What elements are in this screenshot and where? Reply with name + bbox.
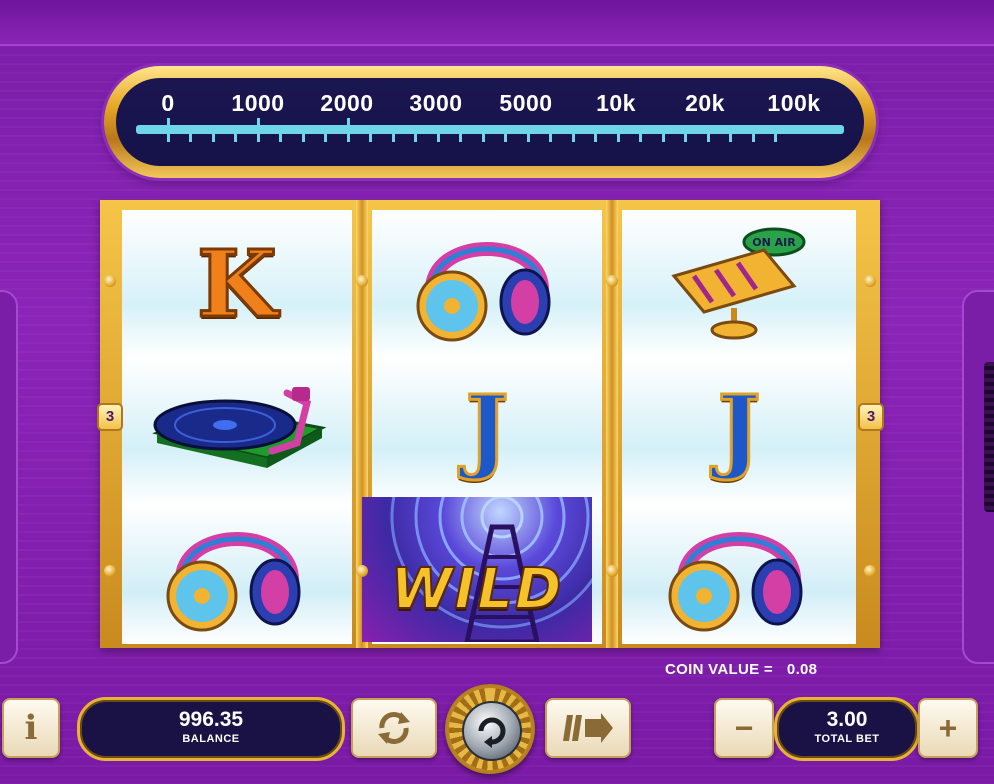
balance-display: 996.35 BALANCE	[77, 697, 345, 761]
dial-minor-tick	[594, 130, 597, 142]
minus-icon: −	[734, 709, 754, 746]
headphones-icon	[382, 210, 592, 348]
dial-major-tick	[346, 118, 350, 142]
dial-minor-tick	[684, 130, 687, 142]
coin-value-label: COIN VALUE =	[665, 661, 773, 678]
turbo-button[interactable]	[545, 698, 631, 758]
total-bet-display: 3.00 TOTAL BET	[774, 697, 920, 761]
dial-minor-tick	[391, 130, 395, 142]
coin-value-amount: 0.08	[786, 661, 818, 678]
dial-minor-tick	[211, 130, 215, 142]
refresh-icon	[378, 712, 410, 744]
symbol-j: J	[634, 360, 844, 498]
dial-label: 5000	[499, 90, 553, 116]
dial-minor-tick	[639, 130, 642, 142]
rivet	[864, 275, 876, 287]
paylines-badge-right: 3	[858, 403, 884, 431]
dial-minor-tick	[234, 130, 237, 142]
dial-minor-tick	[729, 130, 732, 142]
reel-divider	[606, 200, 618, 648]
reel-1: K	[122, 210, 352, 644]
autoplay-button[interactable]	[351, 698, 437, 758]
dial-minor-tick	[279, 130, 282, 142]
rivet	[356, 565, 368, 577]
coin-value: COIN VALUE = 0.08	[665, 661, 817, 678]
dial-minor-tick	[436, 130, 440, 142]
on-air-microphone-icon: ON AIR	[634, 212, 844, 350]
dial-label: 20k	[685, 90, 725, 116]
total-bet-label: TOTAL BET	[814, 733, 880, 745]
j-letter: J	[716, 374, 762, 485]
dial-minor-tick	[616, 130, 620, 142]
dial-minor-tick	[301, 130, 305, 142]
decrease-bet-button[interactable]: −	[714, 698, 774, 758]
dial-minor-tick	[189, 130, 192, 142]
rivet	[606, 565, 618, 577]
spin-icon	[462, 701, 522, 761]
fast-forward-icon	[563, 713, 613, 743]
dial-minor-tick	[661, 130, 665, 142]
prize-dial: 0 1000 2000 3000 5000 10k 20k 100k	[104, 66, 876, 178]
dial-major-tick	[166, 118, 170, 142]
symbol-k: K	[132, 215, 342, 353]
dial-minor-tick	[706, 130, 710, 142]
dial-minor-tick	[459, 130, 462, 142]
dial-minor-tick	[526, 130, 530, 142]
rivet	[104, 275, 116, 287]
spin-button[interactable]	[445, 684, 535, 774]
dial-ticks	[116, 118, 864, 156]
turntable-icon	[132, 354, 342, 492]
k-letter: K	[196, 229, 279, 340]
left-side-panel	[0, 290, 18, 664]
dial-label: 2000	[320, 90, 374, 116]
dial-minor-tick	[549, 130, 552, 142]
rivet	[104, 565, 116, 577]
dial-minor-tick	[571, 130, 575, 142]
headphones-icon	[634, 500, 844, 638]
info-button[interactable]: i	[2, 698, 60, 758]
symbol-j: J	[382, 360, 592, 498]
info-icon: i	[24, 708, 38, 748]
headphones-icon	[132, 500, 342, 638]
dial-label: 10k	[596, 90, 636, 116]
grip-handle[interactable]	[984, 362, 994, 512]
dial-display: 0 1000 2000 3000 5000 10k 20k 100k	[116, 78, 864, 166]
rivet	[606, 275, 618, 287]
dial-scale-line	[136, 125, 844, 134]
dial-minor-tick	[504, 130, 507, 142]
j-letter: J	[464, 374, 510, 485]
wild-label: WILD	[390, 556, 564, 623]
dial-major-tick	[256, 118, 260, 142]
dial-minor-tick	[481, 130, 485, 142]
dial-labels: 0 1000 2000 3000 5000 10k 20k 100k	[116, 90, 864, 120]
paylines-badge-left: 3	[97, 403, 123, 431]
total-bet-value: 3.00	[826, 708, 868, 731]
rivet	[864, 565, 876, 577]
dial-minor-tick	[369, 130, 372, 142]
plus-icon: +	[938, 709, 958, 746]
dial-minor-tick	[774, 130, 777, 142]
increase-bet-button[interactable]: +	[918, 698, 978, 758]
dial-label: 0	[161, 90, 175, 116]
reel-3: ON AIR J	[622, 210, 856, 644]
wild-symbol: WILD	[362, 497, 592, 642]
on-air-sign: ON AIR	[752, 236, 796, 249]
balance-value: 996.35	[178, 708, 244, 731]
dial-minor-tick	[751, 130, 755, 142]
dial-minor-tick	[324, 130, 327, 142]
dial-minor-tick	[414, 130, 417, 142]
dial-label: 100k	[767, 90, 821, 116]
rivet	[356, 275, 368, 287]
balance-label: BALANCE	[182, 733, 240, 745]
top-band	[0, 0, 994, 46]
dial-label: 1000	[231, 90, 285, 116]
reels-frame: K J WILD ON AIR J 3 3	[97, 200, 884, 648]
dial-label: 3000	[409, 90, 463, 116]
right-side-panel[interactable]	[962, 290, 994, 664]
